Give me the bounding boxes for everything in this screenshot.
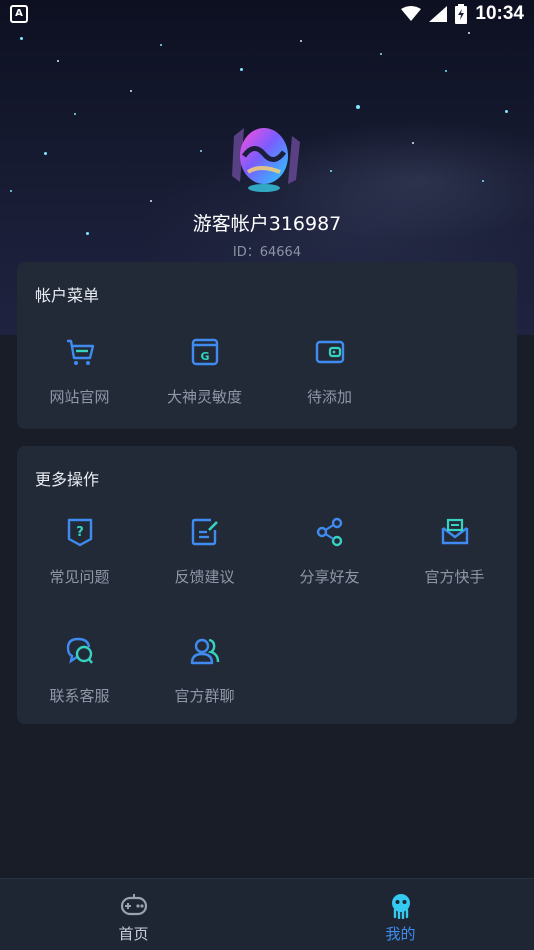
mail-icon [441,518,468,545]
menu-item-label: 待添加 [306,388,352,406]
menu-item-to-be-added[interactable]: 待添加 [267,334,392,434]
cellular-signal-icon [429,6,448,22]
menu-item-label: 常见问题 [49,568,110,586]
tab-mine-label: 我的 [385,925,416,943]
bottom-tab-bar: 首页 我的 [0,878,534,950]
account-menu-card: 帐户菜单 网站官网 G 大神灵敏度 待添加 [17,262,517,429]
menu-item-label: 网站官网 [49,388,110,406]
svg-text:?: ? [76,525,84,540]
wifi-icon [401,6,422,21]
notification-app-icon: A [10,5,28,23]
wallet-icon [315,340,344,364]
menu-item-website[interactable]: 网站官网 [17,334,142,434]
avatar[interactable] [226,122,302,198]
tab-home-label: 首页 [118,925,149,943]
account-menu-title: 帐户菜单 [35,286,100,305]
menu-item-label: 反馈建议 [174,568,235,586]
mascot-icon [391,894,410,919]
battery-charging-icon [455,4,468,24]
question-shield-icon: ? [67,518,92,547]
menu-item-group-chat[interactable]: 官方群聊 [142,633,267,733]
g-box-icon: G [191,338,218,366]
menu-item-contact-support[interactable]: 联系客服 [17,633,142,733]
menu-item-faq[interactable]: ? 常见问题 [17,514,142,614]
group-icon [190,638,219,665]
menu-item-share[interactable]: 分享好友 [267,514,392,614]
username: 游客帐户316987 [192,213,342,235]
menu-item-kuaishou[interactable]: 官方快手 [392,514,517,614]
tab-mine[interactable]: 我的 [267,879,534,950]
svg-text:G: G [200,350,209,363]
menu-item-label: 分享好友 [299,568,360,586]
menu-item-sensitivity[interactable]: G 大神灵敏度 [142,334,267,434]
menu-item-label: 官方快手 [424,568,485,586]
chat-icon [66,637,93,664]
more-actions-card: 更多操作 ? 常见问题 反馈建议 分享好友 官方快手 联系客服 官方群聊 [17,446,517,724]
more-actions-title: 更多操作 [35,470,100,489]
status-bar: A 10:34 [0,0,534,28]
share-icon [316,517,342,547]
gamepad-icon [120,894,147,916]
clock: 10:34 [475,3,524,24]
menu-item-label: 大神灵敏度 [166,388,242,406]
menu-item-label: 联系客服 [49,687,110,705]
edit-icon [191,518,218,546]
tab-home[interactable]: 首页 [0,879,267,950]
menu-item-label: 官方群聊 [174,687,235,705]
cart-icon [66,339,94,365]
menu-item-feedback[interactable]: 反馈建议 [142,514,267,614]
user-id: ID：64664 [232,245,302,260]
